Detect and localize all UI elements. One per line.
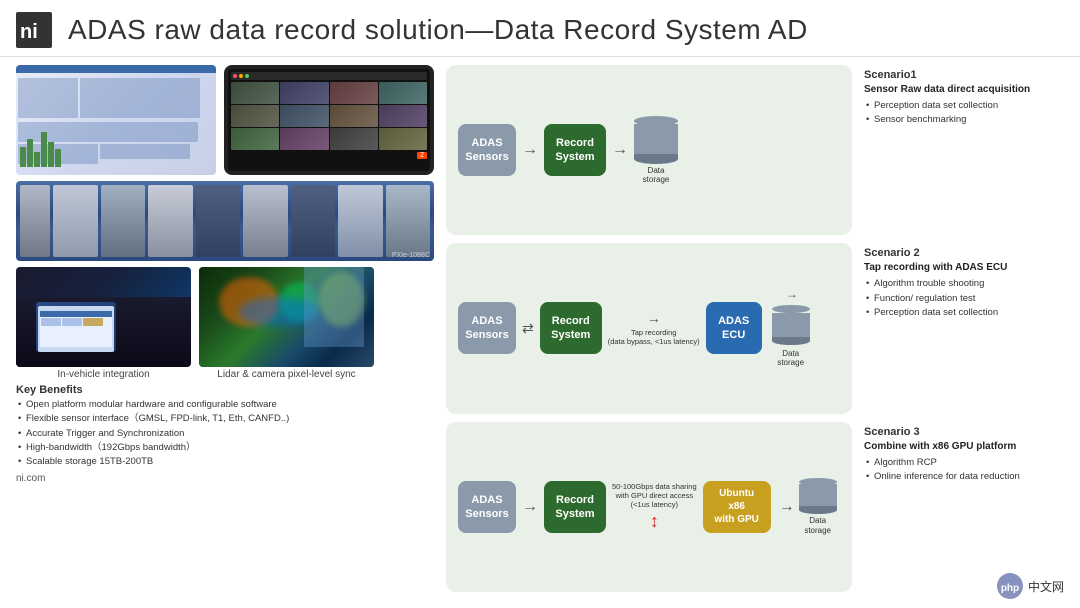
s3-middle: 50-100Gbps data sharingwith GPU direct a… [612, 482, 697, 532]
s1-storage-label: Datastorage [643, 166, 670, 185]
scenario3-description: Scenario 3 Combine with x86 GPU platform… [864, 422, 1064, 592]
s2-ecu-node: ADASECU [706, 302, 762, 354]
s2-record-node: RecordSystem [540, 302, 602, 354]
s3-sharing-label: 50-100Gbps data sharingwith GPU direct a… [612, 482, 697, 509]
scenario2-box: ADASSensors ⇄ RecordSystem → Tap recordi… [446, 243, 852, 413]
s3-storage-label: Datastorage [804, 516, 831, 535]
header: ni ADAS raw data record solution—Data Re… [0, 0, 1080, 57]
s1-scenario-label: Scenario1 [864, 69, 1064, 81]
descriptions-column: Scenario1 Sensor Raw data direct acquisi… [864, 65, 1064, 592]
s1-arrow2: → [612, 141, 628, 159]
php-logo-section: php 中文网 [996, 572, 1064, 600]
left-column: 2 PXIe-1088C [16, 65, 446, 592]
website-label: ni.com [16, 473, 434, 484]
s2-right-arrow: → [647, 310, 661, 326]
page-title: ADAS raw data record solution—Data Recor… [68, 14, 808, 46]
s3-desc-item: Online inference for data reduction [864, 470, 1064, 484]
s3-scenario-label: Scenario 3 [864, 426, 1064, 438]
s2-adas-node: ADASSensors [458, 302, 516, 354]
lidar-image [199, 267, 374, 367]
s2-tap-label: Tap recording(data bypass, <1us latency) [608, 328, 700, 348]
s2-arrow-section: ⇄ [522, 320, 534, 337]
s1-desc-item: Sensor benchmarking [864, 113, 1064, 127]
s1-desc-item: Perception data set collection [864, 99, 1064, 113]
s1-record-node: RecordSystem [544, 124, 606, 176]
key-benefits-list: Open platform modular hardware and confi… [16, 398, 434, 469]
s1-desc-list: Perception data set collection Sensor be… [864, 99, 1064, 128]
s3-arrow2: → [779, 498, 795, 516]
scenario1-description: Scenario1 Sensor Raw data direct acquisi… [864, 65, 1064, 235]
scenario2-description: Scenario 2 Tap recording with ADAS ECU A… [864, 243, 1064, 413]
bottom-bar: php 中文网 [16, 572, 1064, 600]
s2-desc-item: Algorithm trouble shooting [864, 277, 1064, 291]
s1-storage: Datastorage [634, 116, 678, 185]
scenario2-flow: ADASSensors ⇄ RecordSystem → Tap recordi… [458, 289, 840, 368]
benefit-item: Flexible sensor interface（GMSL, FPD-link… [16, 412, 434, 426]
screenshots-row: 2 [16, 65, 434, 175]
scenario3-box: ADASSensors → RecordSystem 50-100Gbps da… [446, 422, 852, 592]
s3-adas-node: ADASSensors [458, 481, 516, 533]
pxi-label: PXIe-1088C [392, 252, 430, 259]
php-logo-icon: php [996, 572, 1024, 600]
s2-desc-item: Perception data set collection [864, 306, 1064, 320]
caption-vehicle: In-vehicle integration [16, 369, 191, 380]
bottom-image-row: In-vehicle integration Lidar & camera pi… [16, 267, 434, 380]
s2-middle-section: → Tap recording(data bypass, <1us latenc… [608, 310, 700, 348]
s1-subtitle: Sensor Raw data direct acquisition [864, 83, 1064, 96]
s3-desc-list: Algorithm RCP Online inference for data … [864, 456, 1064, 485]
s2-scenario-label: Scenario 2 [864, 247, 1064, 259]
benefit-item: Open platform modular hardware and confi… [16, 398, 434, 412]
svg-text:ni: ni [20, 21, 38, 43]
chinese-label: 中文网 [1028, 578, 1064, 595]
s2-desc-item: Function/ regulation test [864, 292, 1064, 306]
s1-adas-node: ADASSensors [458, 124, 516, 176]
s2-storage-label: Datastorage [777, 349, 804, 368]
pxi-chassis: PXIe-1088C [16, 181, 434, 261]
tablet-screenshot: 2 [224, 65, 434, 175]
s3-storage: Datastorage [799, 478, 837, 535]
s3-subtitle: Combine with x86 GPU platform [864, 440, 1064, 453]
scenario1-box: ADASSensors → RecordSystem → Datastorage [446, 65, 852, 235]
benefit-item: High-bandwidth（192Gbps bandwidth） [16, 441, 434, 455]
s2-storage-section: ↓ Datastorage [772, 289, 810, 368]
benefit-item: Accurate Trigger and Synchronization [16, 427, 434, 441]
svg-text:php: php [1001, 583, 1019, 594]
s3-red-arrow-icon: ↕ [650, 511, 659, 532]
key-benefits-title: Key Benefits [16, 384, 434, 396]
s3-storage-section: → Datastorage [779, 478, 837, 535]
car-integration-image [16, 267, 191, 367]
s3-record-node: RecordSystem [544, 481, 606, 533]
s2-down-arrow-icon: ↓ [784, 293, 798, 299]
main-content: 2 PXIe-1088C [0, 57, 1080, 600]
caption-lidar: Lidar & camera pixel-level sync [199, 369, 374, 380]
scenario3-flow: ADASSensors → RecordSystem 50-100Gbps da… [458, 478, 840, 535]
s3-ubuntu-node: Ubuntu x86with GPU [703, 481, 771, 533]
s3-arrow1: → [522, 498, 538, 516]
s3-desc-item: Algorithm RCP [864, 456, 1064, 470]
key-benefits-section: Key Benefits Open platform modular hardw… [16, 384, 434, 469]
scenarios-diagrams: ADASSensors → RecordSystem → Datastorage [446, 65, 852, 592]
scenario1-flow: ADASSensors → RecordSystem → Datastorage [458, 116, 840, 185]
right-column: ADASSensors → RecordSystem → Datastorage [446, 65, 1064, 592]
ni-logo-icon: ni [16, 12, 52, 48]
s2-desc-list: Algorithm trouble shooting Function/ reg… [864, 277, 1064, 320]
s2-dashed-arrow: ⇄ [522, 320, 534, 337]
s2-subtitle: Tap recording with ADAS ECU [864, 261, 1064, 274]
s1-arrow1: → [522, 141, 538, 159]
benefit-item: Scalable storage 15TB-200TB [16, 455, 434, 469]
software-screenshot [16, 65, 216, 175]
